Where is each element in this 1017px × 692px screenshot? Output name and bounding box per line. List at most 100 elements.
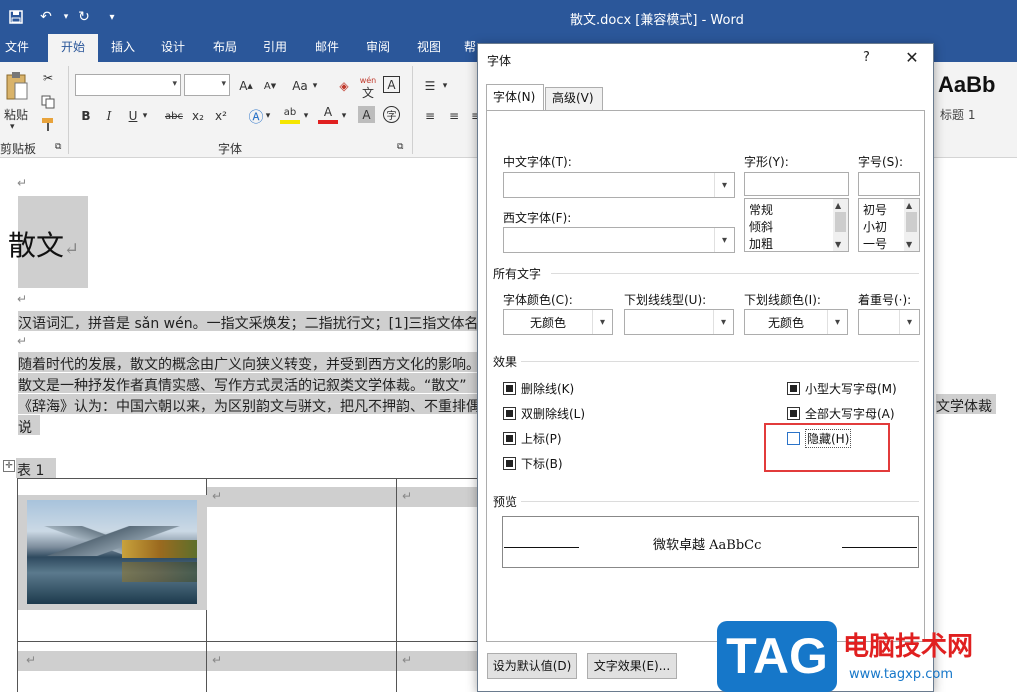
set-default-button[interactable]: 设为默认值(D) xyxy=(487,653,577,679)
chevron-down-icon[interactable]: ▾ xyxy=(714,173,734,197)
chevron-down-icon[interactable]: ▾ xyxy=(310,76,320,96)
change-case-icon[interactable]: Aa xyxy=(288,76,312,96)
scrollbar[interactable]: ▲ ▼ xyxy=(904,199,919,251)
font-color-button[interactable]: A xyxy=(318,104,338,124)
tab-home[interactable]: 开始 xyxy=(48,34,98,62)
tab-insert[interactable]: 插入 xyxy=(102,34,144,62)
copy-icon[interactable] xyxy=(38,92,58,112)
tab-mailings[interactable]: 邮件 xyxy=(306,34,348,62)
body-line-3[interactable]: 散文是一种抒发作者真情实感、写作方式灵活的记叙类文学体裁。“散文” xyxy=(18,375,467,395)
tab-font[interactable]: 字体(N) xyxy=(486,84,544,110)
font-name-combo[interactable]: ▾ xyxy=(75,74,181,96)
body-line-4[interactable]: 《辞海》认为：中国六朝以来，为区别韵文与骈文，把凡不押韵、不重排偶 xyxy=(18,396,480,416)
undo-icon[interactable]: ↶ xyxy=(36,7,56,27)
font-size-combo[interactable]: ▾ xyxy=(184,74,230,96)
table-cell[interactable] xyxy=(18,651,206,671)
chevron-down-icon[interactable]: ▾ xyxy=(713,310,733,334)
chevron-down-icon[interactable]: ▾ xyxy=(301,106,311,126)
save-icon[interactable] xyxy=(6,7,26,27)
chevron-down-icon[interactable]: ▾ xyxy=(592,310,612,334)
small-caps-checkbox[interactable]: 小型大写字母(M) xyxy=(787,380,897,396)
tab-view[interactable]: 视图 xyxy=(408,34,450,62)
paste-dropdown-icon[interactable]: ▾ xyxy=(10,122,15,132)
strikethrough-button[interactable]: abc xyxy=(162,106,186,126)
font-size-input[interactable] xyxy=(858,172,920,196)
table-cell[interactable] xyxy=(207,487,396,507)
customize-icon[interactable]: ▾ xyxy=(102,7,122,27)
align-center-icon[interactable]: ≡ xyxy=(444,106,464,126)
style-heading1-sample[interactable]: AaBb xyxy=(938,72,995,98)
double-strikethrough-checkbox[interactable]: 双删除线(L) xyxy=(503,405,585,421)
font-style-input[interactable] xyxy=(744,172,849,196)
italic-button[interactable]: I xyxy=(99,106,119,126)
list-item[interactable]: 小初 xyxy=(863,218,887,235)
paste-icon[interactable] xyxy=(4,70,30,102)
char-border-icon[interactable]: A xyxy=(383,76,400,93)
superscript-checkbox[interactable]: 上标(P) xyxy=(503,430,562,446)
list-item[interactable]: 加粗 xyxy=(749,235,773,252)
list-item[interactable]: 初号 xyxy=(863,201,887,218)
table-cell[interactable] xyxy=(207,651,396,671)
undo-dropdown-icon[interactable]: ▾ xyxy=(56,7,76,27)
emphasis-combo[interactable]: ▾ xyxy=(858,309,920,335)
style-heading1-name[interactable]: 标题 1 xyxy=(940,106,975,123)
close-icon[interactable]: ✕ xyxy=(901,47,923,69)
strikethrough-checkbox[interactable]: 删除线(K) xyxy=(503,380,574,396)
tab-references[interactable]: 引用 xyxy=(254,34,296,62)
landscape-picture[interactable] xyxy=(18,495,207,610)
phonetic-guide-icon[interactable]: 文 xyxy=(358,82,378,102)
subscript-button[interactable]: x₂ xyxy=(188,106,208,126)
align-left-icon[interactable]: ≡ xyxy=(420,106,440,126)
tab-design[interactable]: 设计 xyxy=(152,34,194,62)
scrollbar[interactable]: ▲ ▼ xyxy=(833,199,848,251)
grow-font-icon[interactable]: A ▲ xyxy=(236,76,256,96)
chevron-down-icon[interactable]: ▾ xyxy=(899,310,919,334)
chevron-down-icon[interactable]: ▾ xyxy=(827,310,847,334)
tab-review[interactable]: 审阅 xyxy=(357,34,399,62)
chevron-down-icon[interactable]: ▾ xyxy=(140,106,150,126)
char-shading-button[interactable]: A xyxy=(358,106,375,123)
western-font-combo[interactable]: ▾ xyxy=(503,227,735,253)
tab-layout[interactable]: 布局 xyxy=(204,34,246,62)
font-style-list[interactable]: 常规 倾斜 加粗 ▲ ▼ xyxy=(744,198,849,252)
table-move-handle-icon[interactable]: ✛ xyxy=(3,460,15,472)
highlight-button[interactable]: ab xyxy=(280,104,300,124)
shrink-font-icon[interactable]: A ▼ xyxy=(260,76,280,96)
text-effects-button[interactable]: 文字效果(E)... xyxy=(587,653,677,679)
superscript-button[interactable]: x² xyxy=(211,106,231,126)
clipboard-launcher-icon[interactable]: ⧉ xyxy=(55,142,61,152)
underline-type-combo[interactable]: ▾ xyxy=(624,309,734,335)
body-line-5[interactable]: 说 xyxy=(18,417,32,437)
list-item[interactable]: 常规 xyxy=(749,201,773,218)
subscript-checkbox[interactable]: 下标(B) xyxy=(503,455,563,471)
body-line-1[interactable]: 汉语词汇，拼音是 sǎn wén。一指文采焕发；二指扰行文；[1]三指文体名。 xyxy=(18,313,492,333)
table-caption[interactable]: 表 1 xyxy=(17,460,44,480)
format-painter-icon[interactable] xyxy=(38,114,58,134)
bullets-icon[interactable]: ☰ xyxy=(420,76,440,96)
chevron-down-icon[interactable]: ▾ xyxy=(440,76,450,96)
clear-format-icon[interactable]: ◈ xyxy=(334,76,354,96)
bold-button[interactable]: B xyxy=(76,106,96,126)
underline-color-combo[interactable]: 无颜色 ▾ xyxy=(744,309,848,335)
font-color-combo[interactable]: 无颜色 ▾ xyxy=(503,309,613,335)
font-launcher-icon[interactable]: ⧉ xyxy=(397,142,403,152)
document-heading[interactable]: 散文↵ xyxy=(8,224,79,264)
body-line-2[interactable]: 随着时代的发展，散文的概念由广义向狭义转变，并受到西方文化的影响。 xyxy=(18,354,480,374)
tab-file[interactable]: 文件 xyxy=(0,34,34,62)
cut-icon[interactable]: ✂ xyxy=(38,68,58,88)
redo-icon[interactable]: ↻ xyxy=(74,7,94,27)
chinese-font-combo[interactable]: ▾ xyxy=(503,172,735,198)
all-caps-checkbox[interactable]: 全部大写字母(A) xyxy=(787,405,895,421)
help-icon[interactable]: ? xyxy=(863,50,870,65)
tab-advanced[interactable]: 高级(V) xyxy=(545,87,603,110)
font-size-list[interactable]: 初号 小初 一号 ▲ ▼ xyxy=(858,198,920,252)
list-item[interactable]: 一号 xyxy=(863,235,887,252)
chevron-down-icon[interactable]: ▾ xyxy=(339,106,349,126)
emphasis-label: 着重号(·): xyxy=(858,293,912,307)
list-item[interactable]: 倾斜 xyxy=(749,218,773,235)
paste-label[interactable]: 粘贴 xyxy=(4,106,28,123)
body-line-4-tail[interactable]: 文学体裁 xyxy=(936,396,992,416)
enclose-chars-button[interactable]: 字 xyxy=(383,106,400,123)
chevron-down-icon[interactable]: ▾ xyxy=(263,106,273,126)
chevron-down-icon[interactable]: ▾ xyxy=(714,228,734,252)
